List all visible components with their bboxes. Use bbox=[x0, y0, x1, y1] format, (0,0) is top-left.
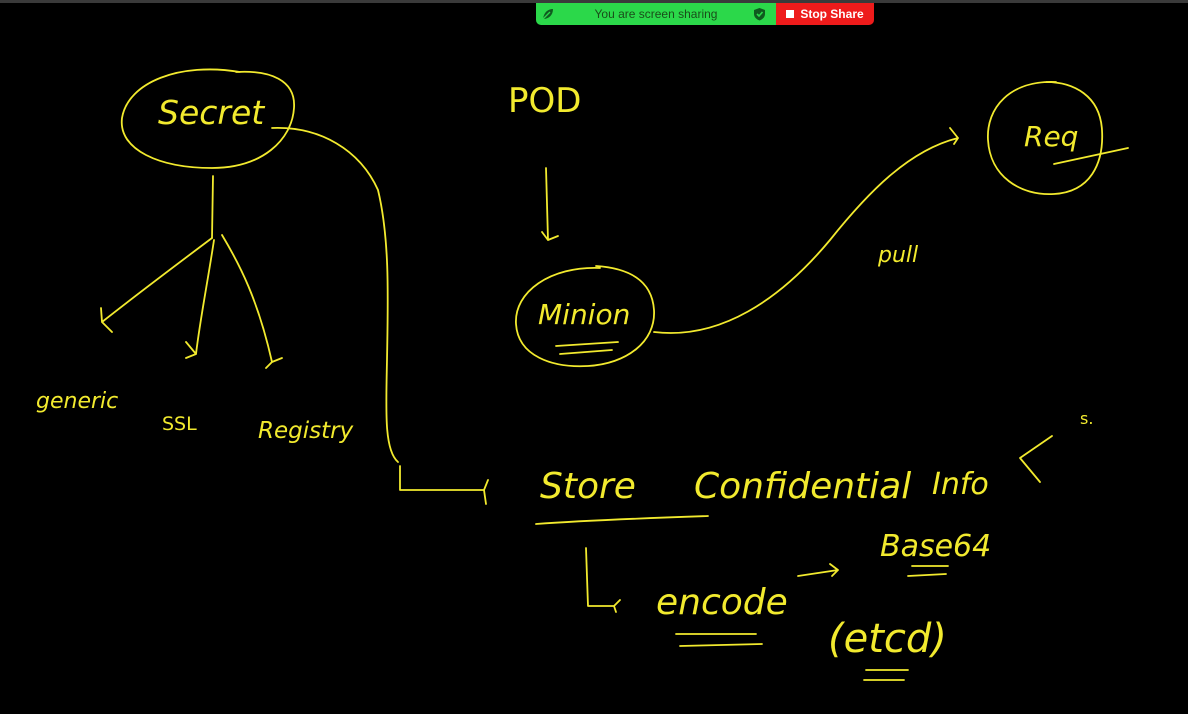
pod-label: POD bbox=[508, 81, 581, 121]
registry-label: Registry bbox=[258, 418, 354, 444]
ssl-label: SSL bbox=[162, 413, 197, 435]
secret-stem-line bbox=[211, 175, 214, 239]
encode-underline bbox=[675, 633, 763, 647]
etcd-underline bbox=[863, 669, 909, 681]
store-label: Store bbox=[540, 466, 636, 507]
whiteboard-screen: You are screen sharing Stop Share Secret… bbox=[0, 0, 1188, 714]
base64-label: Base64 bbox=[880, 529, 991, 564]
s-note-label: s. bbox=[1080, 409, 1093, 428]
whiteboard-canvas[interactable]: Secret generic SSL Registry POD Minion p… bbox=[0, 0, 1188, 714]
check-arrow-mark bbox=[1019, 435, 1053, 483]
encode-label: encode bbox=[656, 582, 788, 623]
secret-label: Secret bbox=[158, 93, 265, 132]
pull-label: pull bbox=[877, 243, 918, 268]
minion-underline bbox=[555, 341, 619, 355]
pull-curve-arrow bbox=[653, 127, 959, 334]
generic-label: generic bbox=[36, 389, 118, 414]
arrow-to-generic bbox=[100, 237, 213, 333]
store-to-encode-arrow bbox=[585, 547, 621, 613]
secret-to-store-connector bbox=[271, 127, 489, 505]
store-underline bbox=[535, 515, 709, 525]
info-label: Info bbox=[932, 467, 989, 502]
arrow-to-ssl bbox=[185, 239, 215, 359]
etcd-label: (etcd) bbox=[828, 616, 947, 662]
base64-underline bbox=[907, 565, 949, 577]
minion-label: Minion bbox=[538, 298, 630, 331]
pod-to-minion-arrow bbox=[541, 167, 559, 241]
arrow-to-registry bbox=[221, 234, 283, 369]
confidential-label: Confidential bbox=[694, 466, 911, 507]
encode-to-base64-arrow bbox=[797, 563, 839, 577]
req-label: Req bbox=[1024, 120, 1078, 153]
